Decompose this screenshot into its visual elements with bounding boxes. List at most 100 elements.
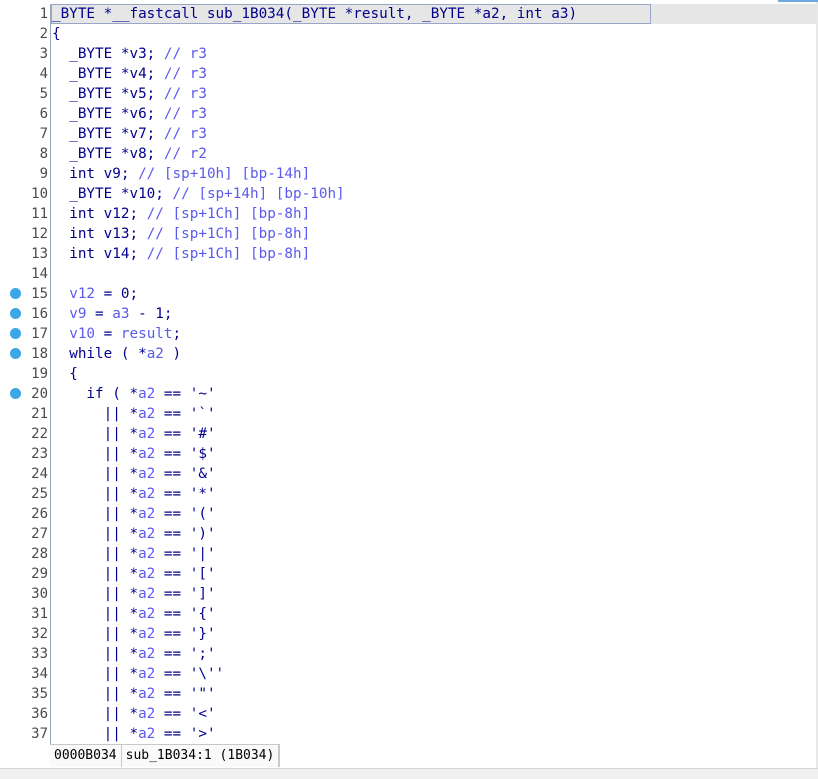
code-line[interactable]: _BYTE *v7; // r3 xyxy=(51,124,818,144)
line-number[interactable]: 14 xyxy=(0,264,50,284)
code-line[interactable]: _BYTE *v8; // r2 xyxy=(51,144,818,164)
line-number[interactable]: 7 xyxy=(0,124,50,144)
line-number-text: 22 xyxy=(31,426,48,442)
line-number[interactable]: 4 xyxy=(0,64,50,84)
code-token: _BYTE *v7; xyxy=(52,126,164,142)
line-number[interactable]: 3 xyxy=(0,44,50,64)
code-token: _BYTE *v8; xyxy=(52,146,164,162)
pseudocode-view[interactable]: _BYTE *__fastcall sub_1B034(_BYTE *resul… xyxy=(50,4,818,766)
line-number[interactable]: 13 xyxy=(0,244,50,264)
code-line[interactable]: || *a2 == '(' xyxy=(51,504,818,524)
line-number[interactable]: 11 xyxy=(0,204,50,224)
breakpoint-icon[interactable] xyxy=(10,288,21,299)
line-number[interactable]: 1 xyxy=(0,4,50,24)
line-number-text: 30 xyxy=(31,586,48,602)
line-number[interactable]: 36 xyxy=(0,704,50,724)
code-line[interactable]: _BYTE *v5; // r3 xyxy=(51,84,818,104)
line-number[interactable]: 32 xyxy=(0,624,50,644)
line-number[interactable]: 30 xyxy=(0,584,50,604)
code-token: || * xyxy=(52,506,139,522)
line-number-gutter[interactable]: 1 2 3 4 5 6 7 8 9 10 11 12 13 14 15 16 17 18 19 20 21 22 23 24 2… xyxy=(0,4,50,744)
code-line[interactable]: v12 = 0; xyxy=(51,284,818,304)
code-variable: a2 xyxy=(146,346,164,362)
code-line[interactable]: _BYTE *v4; // r3 xyxy=(51,64,818,84)
breakpoint-icon[interactable] xyxy=(10,308,21,319)
code-line[interactable]: _BYTE *v6; // r3 xyxy=(51,104,818,124)
line-number[interactable]: 28 xyxy=(0,544,50,564)
bottom-scroll-strip[interactable] xyxy=(0,768,818,779)
code-line[interactable]: || *a2 == '}' xyxy=(51,624,818,644)
line-number[interactable]: 20 xyxy=(0,384,50,404)
code-line[interactable]: while ( *a2 ) xyxy=(51,344,818,364)
line-number[interactable]: 37 xyxy=(0,724,50,744)
code-line[interactable]: || *a2 == '`' xyxy=(51,404,818,424)
line-number[interactable]: 2 xyxy=(0,24,50,44)
code-line[interactable]: || *a2 == '[' xyxy=(51,564,818,584)
code-line[interactable]: if ( *a2 == '~' xyxy=(51,384,818,404)
line-number[interactable]: 18 xyxy=(0,344,50,364)
code-line[interactable]: || *a2 == '$' xyxy=(51,444,818,464)
code-line[interactable]: || *a2 == ']' xyxy=(51,584,818,604)
line-number[interactable]: 21 xyxy=(0,404,50,424)
code-line[interactable]: || *a2 == '|' xyxy=(51,544,818,564)
code-line[interactable]: { xyxy=(51,24,818,44)
line-number[interactable]: 9 xyxy=(0,164,50,184)
line-number[interactable]: 26 xyxy=(0,504,50,524)
line-number[interactable]: 23 xyxy=(0,444,50,464)
code-line[interactable]: || *a2 == '{' xyxy=(51,604,818,624)
code-line[interactable]: || *a2 == '\'' xyxy=(51,664,818,684)
code-line[interactable]: || *a2 == ')' xyxy=(51,524,818,544)
code-line[interactable]: _BYTE *v10; // [sp+14h] [bp-10h] xyxy=(51,184,818,204)
code-line[interactable]: _BYTE *__fastcall sub_1B034(_BYTE *resul… xyxy=(51,4,818,24)
line-number[interactable]: 15 xyxy=(0,284,50,304)
code-line[interactable]: || *a2 == '"' xyxy=(51,684,818,704)
line-number[interactable]: 12 xyxy=(0,224,50,244)
line-number-text: 29 xyxy=(31,566,48,582)
line-number[interactable]: 25 xyxy=(0,484,50,504)
line-number[interactable]: 19 xyxy=(0,364,50,384)
line-number[interactable]: 10 xyxy=(0,184,50,204)
code-line[interactable]: || *a2 == '#' xyxy=(51,424,818,444)
code-token: _BYTE *v6; xyxy=(52,106,164,122)
line-number[interactable]: 27 xyxy=(0,524,50,544)
code-line[interactable]: v10 = result; xyxy=(51,324,818,344)
line-number[interactable]: 34 xyxy=(0,664,50,684)
code-token: == '[' xyxy=(155,566,216,582)
code-line[interactable]: || *a2 == '<' xyxy=(51,704,818,724)
line-number[interactable]: 31 xyxy=(0,604,50,624)
code-line[interactable] xyxy=(51,264,818,284)
code-line[interactable]: || *a2 == '*' xyxy=(51,484,818,504)
breakpoint-icon[interactable] xyxy=(10,388,21,399)
code-line[interactable]: int v14; // [sp+1Ch] [bp-8h] xyxy=(51,244,818,264)
code-token: == '(' xyxy=(155,506,216,522)
code-line[interactable]: || *a2 == ';' xyxy=(51,644,818,664)
status-bar: 0000B034 sub_1B034:1 (1B034) xyxy=(50,744,281,767)
line-number[interactable]: 5 xyxy=(0,84,50,104)
line-number[interactable]: 22 xyxy=(0,424,50,444)
code-line[interactable]: v9 = a3 - 1; xyxy=(51,304,818,324)
code-line[interactable]: || *a2 == '&' xyxy=(51,464,818,484)
line-number[interactable]: 35 xyxy=(0,684,50,704)
line-number-text: 19 xyxy=(31,366,48,382)
code-token: int v12; xyxy=(52,206,147,222)
code-line[interactable]: _BYTE *v3; // r3 xyxy=(51,44,818,64)
line-number[interactable]: 6 xyxy=(0,104,50,124)
code-variable: a2 xyxy=(138,706,156,722)
line-number[interactable]: 33 xyxy=(0,644,50,664)
code-line[interactable]: int v13; // [sp+1Ch] [bp-8h] xyxy=(51,224,818,244)
code-line[interactable]: || *a2 == '>' xyxy=(51,724,818,744)
status-address: 0000B034 xyxy=(50,745,122,767)
breakpoint-icon[interactable] xyxy=(10,348,21,359)
line-number[interactable]: 17 xyxy=(0,324,50,344)
line-number[interactable]: 24 xyxy=(0,464,50,484)
code-line[interactable]: { xyxy=(51,364,818,384)
code-lines[interactable]: _BYTE *__fastcall sub_1B034(_BYTE *resul… xyxy=(51,4,818,744)
code-line[interactable]: int v9; // [sp+10h] [bp-14h] xyxy=(51,164,818,184)
line-number[interactable]: 8 xyxy=(0,144,50,164)
line-number[interactable]: 16 xyxy=(0,304,50,324)
line-number[interactable]: 29 xyxy=(0,564,50,584)
breakpoint-icon[interactable] xyxy=(10,328,21,339)
code-line[interactable]: int v12; // [sp+1Ch] [bp-8h] xyxy=(51,204,818,224)
